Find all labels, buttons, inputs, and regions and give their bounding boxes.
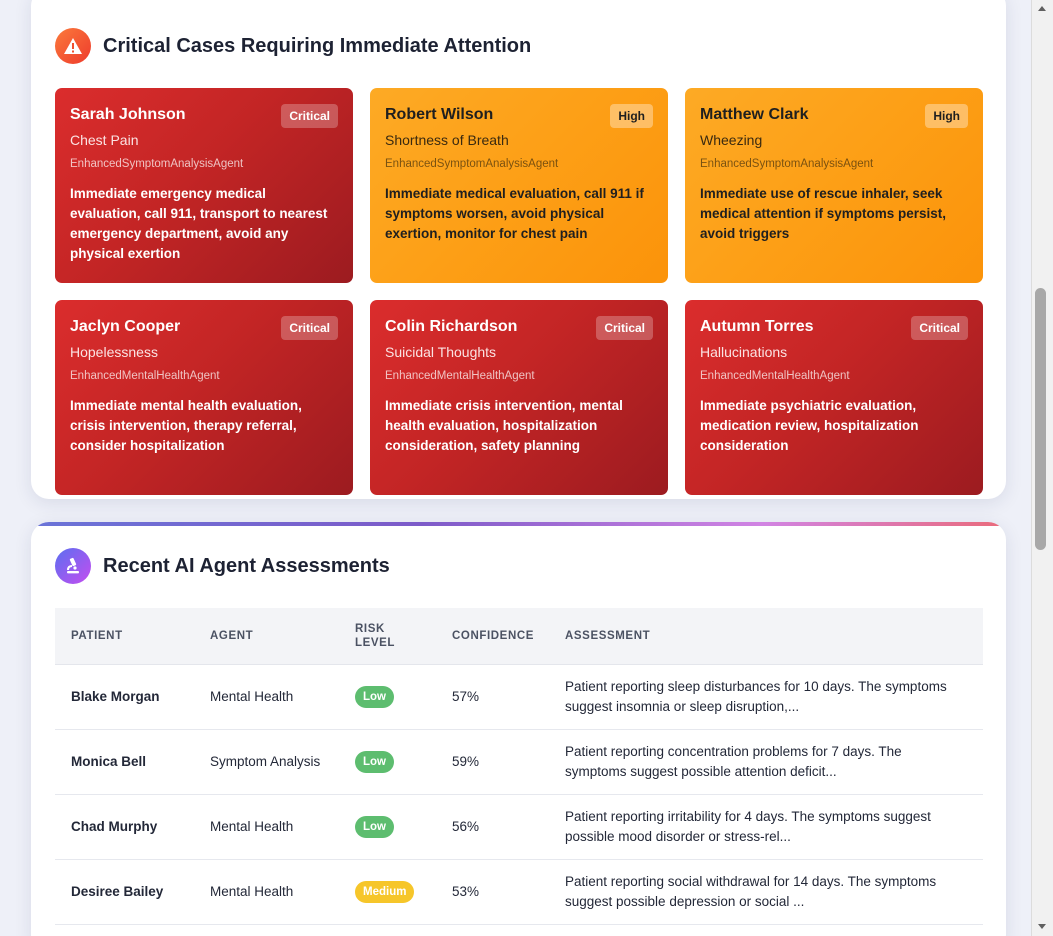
column-header-confidence[interactable]: CONFIDENCE — [436, 608, 549, 665]
case-agent: EnhancedMentalHealthAgent — [700, 370, 850, 382]
column-header-assessment[interactable]: ASSESSMENT — [549, 608, 983, 665]
cell-agent: Symptom Analysis — [194, 729, 339, 795]
case-symptom: Chest Pain — [70, 132, 139, 148]
case-recommended-action: Immediate mental health evaluation, cris… — [70, 398, 302, 453]
microscope-icon — [55, 548, 91, 584]
cell-confidence: 59% — [436, 729, 549, 795]
cell-confidence: 57% — [436, 664, 549, 730]
table-row[interactable]: Desiree Bailey Mental Health Medium 53% … — [55, 859, 983, 925]
case-agent: EnhancedSymptomAnalysisAgent — [70, 158, 244, 170]
scroll-down-arrow-icon[interactable] — [1038, 924, 1046, 929]
case-symptom: Wheezing — [700, 132, 763, 148]
critical-cases-title: Critical Cases Requiring Immediate Atten… — [103, 34, 532, 57]
cell-agent: Mental Health — [194, 664, 339, 730]
case-recommended-action: Immediate use of rescue inhaler, seek me… — [700, 186, 947, 241]
assessments-panel: Recent AI Agent Assessments PATIENT AGEN… — [31, 522, 1006, 936]
case-agent: EnhancedMentalHealthAgent — [385, 370, 535, 382]
case-agent: EnhancedMentalHealthAgent — [70, 370, 220, 382]
critical-cases-panel: Critical Cases Requiring Immediate Atten… — [31, 0, 1006, 499]
case-severity-badge: Critical — [281, 316, 338, 340]
case-symptom: Hallucinations — [700, 344, 788, 360]
case-card[interactable]: Matthew Clark High Wheezing EnhancedSymp… — [685, 88, 983, 283]
case-symptom: Suicidal Thoughts — [385, 344, 497, 360]
case-card[interactable]: Sarah Johnson Critical Chest Pain Enhanc… — [55, 88, 353, 283]
case-recommended-action: Immediate crisis intervention, mental he… — [385, 398, 623, 453]
risk-badge: Low — [355, 750, 394, 773]
case-severity-badge: Critical — [596, 316, 653, 340]
cell-assessment: Patient reporting sleep disturbances for… — [549, 664, 983, 730]
assessments-title: Recent AI Agent Assessments — [103, 554, 390, 577]
cell-patient: Blake Morgan — [55, 664, 194, 730]
table-row[interactable]: Blake Morgan Mental Health Low 57% Patie… — [55, 664, 983, 730]
cell-patient: Monica Bell — [55, 729, 194, 795]
column-header-patient[interactable]: PATIENT — [55, 608, 194, 665]
case-severity-badge: High — [610, 104, 653, 128]
column-header-risk-level[interactable]: RISK LEVEL — [339, 608, 436, 665]
cell-risk: Low — [339, 729, 436, 795]
case-card[interactable]: Jaclyn Cooper Critical Hopelessness Enha… — [55, 300, 353, 495]
case-agent: EnhancedSymptomAnalysisAgent — [385, 158, 559, 170]
cell-assessment: Patient reporting social withdrawal for … — [549, 859, 983, 925]
case-card[interactable]: Colin Richardson Critical Suicidal Thoug… — [370, 300, 668, 495]
case-severity-badge: Critical — [281, 104, 338, 128]
case-symptom: Shortness of Breath — [385, 132, 509, 148]
risk-badge: Medium — [355, 880, 415, 903]
table-row[interactable]: Monica Bell Symptom Analysis Low 59% Pat… — [55, 729, 983, 795]
table-row[interactable]: Chad Murphy Mental Health Low 56% Patien… — [55, 794, 983, 860]
critical-cases-grid: Sarah Johnson Critical Chest Pain Enhanc… — [55, 88, 983, 495]
critical-cases-header: Critical Cases Requiring Immediate Atten… — [55, 28, 531, 64]
scroll-up-arrow-icon[interactable] — [1038, 6, 1046, 11]
assessments-header: Recent AI Agent Assessments — [55, 548, 390, 584]
cell-confidence: 56% — [436, 794, 549, 860]
cell-confidence: 53% — [436, 859, 549, 925]
case-recommended-action: Immediate emergency medical evaluation, … — [70, 186, 328, 261]
case-card[interactable]: Autumn Torres Critical Hallucinations En… — [685, 300, 983, 495]
case-recommended-action: Immediate psychiatric evaluation, medica… — [700, 398, 919, 453]
case-card[interactable]: Robert Wilson High Shortness of Breath E… — [370, 88, 668, 283]
table-header-row: PATIENT AGENT RISK LEVEL CONFIDENCE ASSE… — [55, 608, 983, 665]
risk-badge: Low — [355, 685, 394, 708]
column-header-agent[interactable]: AGENT — [194, 608, 339, 665]
cell-risk: Low — [339, 664, 436, 730]
cell-patient: Desiree Bailey — [55, 859, 194, 925]
case-severity-badge: Critical — [911, 316, 968, 340]
cell-agent: Mental Health — [194, 794, 339, 860]
case-agent: EnhancedSymptomAnalysisAgent — [700, 158, 874, 170]
case-recommended-action: Immediate medical evaluation, call 911 i… — [385, 186, 644, 241]
scrollbar-thumb[interactable] — [1035, 288, 1046, 550]
cell-assessment: Patient reporting concentration problems… — [549, 729, 983, 795]
risk-badge: Low — [355, 815, 394, 838]
warning-icon — [55, 28, 91, 64]
cell-patient: Chad Murphy — [55, 794, 194, 860]
cell-agent: Mental Health — [194, 859, 339, 925]
dashboard-viewport: Critical Cases Requiring Immediate Atten… — [0, 0, 1031, 936]
cell-assessment: Patient reporting irritability for 4 day… — [549, 794, 983, 860]
case-symptom: Hopelessness — [70, 344, 158, 360]
assessments-table: PATIENT AGENT RISK LEVEL CONFIDENCE ASSE… — [55, 608, 983, 925]
case-severity-badge: High — [925, 104, 968, 128]
cell-risk: Low — [339, 794, 436, 860]
cell-risk: Medium — [339, 859, 436, 925]
